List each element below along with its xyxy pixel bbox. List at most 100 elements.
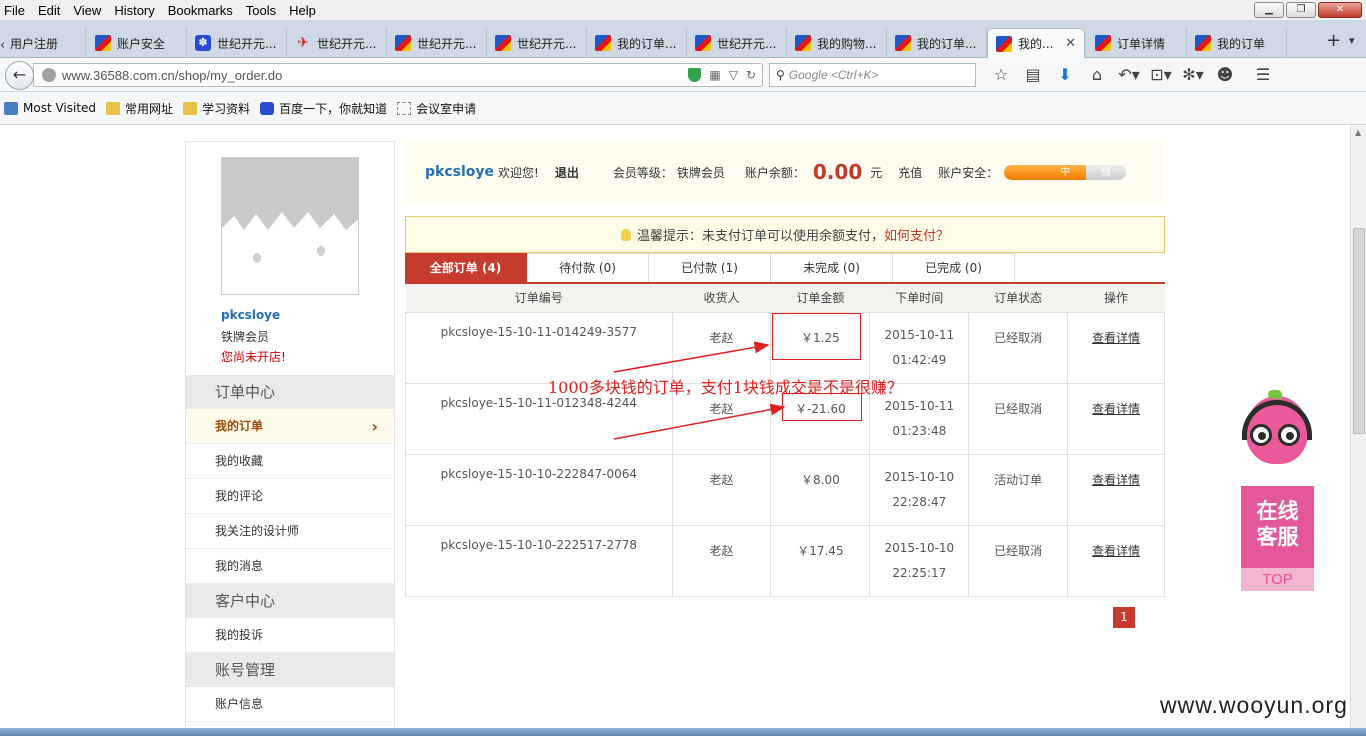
column-header-receiver: 收货人 bbox=[672, 284, 771, 313]
menu-view[interactable]: View bbox=[73, 3, 101, 18]
browser-tab[interactable]: 我的订单... bbox=[587, 28, 687, 58]
section-customer-center: 客户中心 bbox=[186, 584, 394, 618]
addon-icon[interactable]: ✻▾ bbox=[1177, 65, 1209, 85]
sidebar-item-followed-designers[interactable]: 我关注的设计师 bbox=[186, 514, 394, 549]
menu-history[interactable]: History bbox=[114, 3, 154, 18]
table-row: pkcsloye-15-10-10-222517-2778 老赵 ￥17.45 … bbox=[405, 525, 1165, 597]
search-box[interactable]: ⚲ Google <Ctrl+K> bbox=[769, 63, 976, 87]
view-details-link[interactable]: 查看详情 bbox=[1092, 544, 1140, 558]
bookmark-meeting-room[interactable]: 会议室申请 bbox=[397, 100, 476, 117]
browser-tab[interactable]: ✽ 世纪开元... bbox=[187, 28, 287, 58]
smiley-icon[interactable]: ☻ bbox=[1209, 65, 1241, 85]
tab-label: 世纪开元... bbox=[217, 36, 277, 51]
shield-icon[interactable] bbox=[688, 68, 702, 82]
toolbar: ☆ ▤ ⬇ ⌂ ↶▾ ⊡▾ ✻▾ ☻ ☰ bbox=[985, 65, 1279, 85]
home-icon[interactable]: ⌂ bbox=[1081, 65, 1113, 85]
vertical-scrollbar[interactable]: ▲ bbox=[1350, 126, 1366, 728]
menu-file[interactable]: File bbox=[4, 3, 25, 18]
tab-list-icon[interactable]: ▾ bbox=[1349, 34, 1355, 47]
back-button[interactable]: ← bbox=[5, 61, 34, 90]
browser-tab[interactable]: 世纪开元... bbox=[387, 28, 487, 58]
browser-tab[interactable]: 世纪开元... bbox=[687, 28, 787, 58]
tab-completed[interactable]: 已完成 (0) bbox=[893, 253, 1015, 282]
browser-tab[interactable]: 我的购物... bbox=[787, 28, 887, 58]
tab-all-orders[interactable]: 全部订单 (4) bbox=[405, 253, 527, 282]
online-customer-service-widget[interactable]: 在线 客服 TOP bbox=[1236, 390, 1316, 592]
cs-line1: 在线 bbox=[1256, 499, 1299, 523]
avatar[interactable] bbox=[221, 157, 359, 295]
browser-tab[interactable]: 我的订单 bbox=[1187, 28, 1287, 58]
tab-incomplete[interactable]: 未完成 (0) bbox=[771, 253, 893, 282]
back-to-top-button[interactable]: TOP bbox=[1241, 568, 1314, 591]
tab-label: 账户安全 bbox=[117, 36, 166, 51]
sidebar-item-my-orders[interactable]: 我的订单 › bbox=[186, 409, 394, 444]
how-to-pay-link[interactable]: 如何支付？ bbox=[884, 225, 949, 244]
site-favicon-icon bbox=[95, 35, 111, 51]
new-tab-icon[interactable]: + bbox=[1326, 30, 1341, 51]
sidebar-item-account-info[interactable]: 账户信息 bbox=[186, 687, 394, 722]
url-bar[interactable]: www.36588.com.cn/shop/my_order.do ▦ ▽ ↻ bbox=[33, 63, 763, 87]
reading-list-icon[interactable]: ▤ bbox=[1017, 65, 1049, 85]
logout-link[interactable]: 退出 bbox=[555, 164, 579, 181]
browser-tab[interactable]: 用户注册 bbox=[10, 28, 86, 58]
tab-paid[interactable]: 已付款 (1) bbox=[649, 253, 771, 282]
payment-tip: 温馨提示：未支付订单可以使用余额支付， 如何支付？ bbox=[405, 216, 1165, 253]
header-username[interactable]: pkcsloye bbox=[425, 164, 494, 180]
site-favicon-icon bbox=[395, 35, 411, 51]
hamburger-menu-icon[interactable]: ☰ bbox=[1247, 65, 1279, 85]
security-level-low bbox=[1004, 164, 1045, 180]
security-level-high: 强 bbox=[1085, 164, 1127, 180]
browser-tab[interactable]: ✈ 世纪开元... bbox=[287, 28, 387, 58]
scrollbar-thumb[interactable] bbox=[1353, 228, 1365, 434]
restore-button[interactable]: ❐ bbox=[1286, 2, 1316, 18]
minimize-button[interactable]: ▁ bbox=[1254, 2, 1284, 18]
crop-icon[interactable]: ⊡▾ bbox=[1145, 65, 1177, 85]
browser-tab[interactable]: 账户安全 bbox=[87, 28, 187, 58]
menu-help[interactable]: Help bbox=[289, 3, 316, 18]
menu-edit[interactable]: Edit bbox=[38, 3, 60, 18]
close-tab-icon[interactable]: ✕ bbox=[1065, 36, 1076, 51]
view-details-link[interactable]: 查看详情 bbox=[1092, 331, 1140, 345]
reload-icon[interactable]: ↻ bbox=[746, 68, 756, 82]
table-row: pkcsloye-15-10-10-222847-0064 老赵 ￥8.00 2… bbox=[405, 454, 1165, 526]
sidebar-item-messages[interactable]: 我的消息 bbox=[186, 549, 394, 584]
bookmark-folder[interactable]: 常用网址 bbox=[106, 100, 173, 117]
recharge-link[interactable]: 充值 bbox=[898, 164, 922, 181]
tab-scroll-left-icon[interactable]: ‹ bbox=[0, 38, 5, 53]
action-cell: 查看详情 bbox=[1067, 383, 1165, 455]
lightbulb-icon bbox=[620, 228, 631, 241]
browser-tab[interactable]: 我的订单... bbox=[887, 28, 987, 58]
menu-bookmarks[interactable]: Bookmarks bbox=[168, 3, 233, 18]
sidebar-item-reviews[interactable]: 我的评论 bbox=[186, 479, 394, 514]
customer-service-button[interactable]: 在线 客服 TOP bbox=[1241, 486, 1314, 591]
view-details-link[interactable]: 查看详情 bbox=[1092, 402, 1140, 416]
bookmark-folder[interactable]: 学习资料 bbox=[183, 100, 250, 117]
folder-icon bbox=[106, 101, 121, 115]
bookmark-baidu[interactable]: 百度一下，你就知道 bbox=[260, 100, 387, 117]
menu-tools[interactable]: Tools bbox=[246, 3, 276, 18]
undo-icon[interactable]: ↶▾ bbox=[1113, 65, 1145, 85]
view-details-link[interactable]: 查看详情 bbox=[1092, 473, 1140, 487]
star-icon[interactable]: ☆ bbox=[985, 65, 1017, 85]
qr-code-icon[interactable]: ▦ bbox=[709, 68, 720, 82]
globe-icon bbox=[42, 68, 56, 82]
download-icon[interactable]: ⬇ bbox=[1049, 65, 1081, 85]
close-window-button[interactable]: ✕ bbox=[1318, 2, 1362, 18]
url-text[interactable]: www.36588.com.cn/shop/my_order.do bbox=[62, 68, 282, 83]
tab-pending-payment[interactable]: 待付款 (0) bbox=[527, 253, 649, 282]
sidebar-item-favorites[interactable]: 我的收藏 bbox=[186, 444, 394, 479]
page-number-current[interactable]: 1 bbox=[1113, 607, 1135, 628]
bookmark-label: Most Visited bbox=[23, 101, 97, 115]
sidebar-item-complaints[interactable]: 我的投诉 bbox=[186, 618, 394, 653]
sidebar-username[interactable]: pkcsloye bbox=[221, 308, 280, 322]
tab-bar: ‹ 用户注册 账户安全 ✽ 世纪开元... ✈ 世纪开元... 世纪开元... … bbox=[0, 20, 1366, 58]
shop-status: 您尚未开店! bbox=[221, 350, 286, 364]
bookmark-most-visited[interactable]: Most Visited bbox=[4, 101, 96, 115]
browser-tab[interactable]: 订单详情 bbox=[1087, 28, 1187, 58]
order-clock-time: 01:42:49 bbox=[892, 352, 947, 367]
order-status: 已经取消 bbox=[968, 312, 1068, 384]
browser-tab[interactable]: 世纪开元... bbox=[487, 28, 587, 58]
scroll-up-icon[interactable]: ▲ bbox=[1355, 128, 1361, 137]
dropdown-arrow-icon[interactable]: ▽ bbox=[729, 68, 738, 82]
browser-tab-active[interactable]: 我的... ✕ bbox=[987, 28, 1085, 58]
